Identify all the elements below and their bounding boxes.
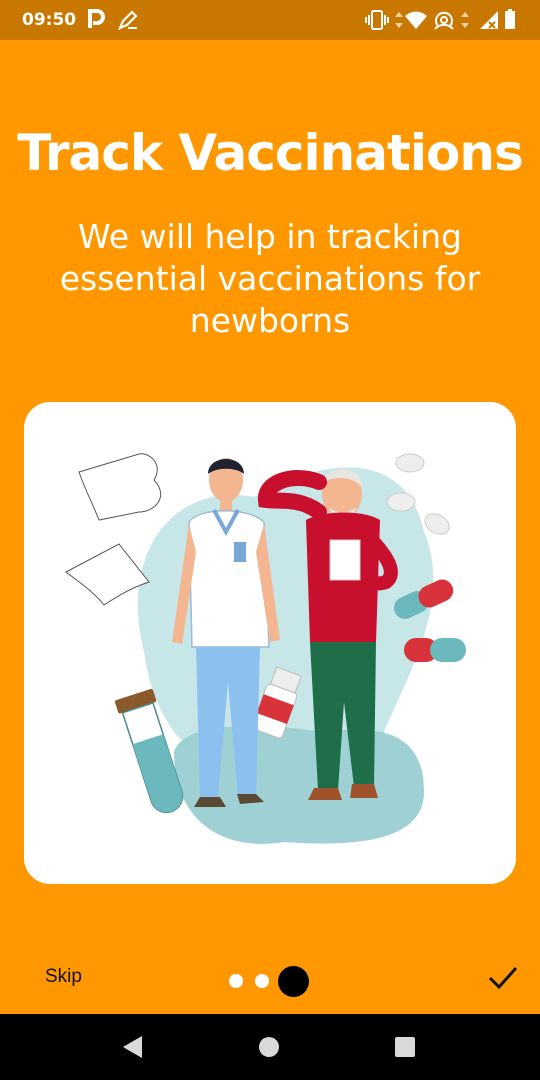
page-dot-3-active[interactable] [278, 966, 309, 997]
check-icon[interactable] [487, 962, 519, 997]
battery-icon [504, 8, 516, 37]
page-subtitle: We will help in tracking essential vacci… [40, 216, 500, 342]
data-arrows-icon [394, 8, 404, 37]
subtitle-line: essential vaccinations for [59, 259, 481, 298]
vibrate-icon [364, 8, 390, 37]
page-dot-1[interactable] [229, 974, 243, 988]
status-time: 09:50 [22, 10, 77, 30]
signal-icon [478, 8, 500, 37]
doctor-and-patient-illustration [65, 453, 466, 844]
recents-icon[interactable] [394, 1036, 416, 1063]
back-icon[interactable] [120, 1034, 146, 1065]
status-bar: 09:50 [0, 0, 540, 40]
illustration-card [24, 402, 516, 884]
data-arrows-icon-2 [460, 8, 470, 37]
page-title: Track Vaccinations [17, 124, 524, 182]
pen-icon [116, 8, 140, 37]
wifi-icon [404, 8, 428, 37]
system-navigation-bar [0, 1014, 540, 1080]
subtitle-line: We will help in tracking [78, 217, 462, 256]
onboarding-page: Track Vaccinations We will help in track… [0, 40, 540, 1014]
page-dot-2[interactable] [255, 974, 269, 988]
parking-icon [86, 8, 106, 35]
hotspot-icon [432, 8, 456, 37]
home-icon[interactable] [258, 1036, 280, 1063]
subtitle-line: newborns [189, 301, 351, 340]
skip-button[interactable]: Skip [45, 966, 82, 988]
